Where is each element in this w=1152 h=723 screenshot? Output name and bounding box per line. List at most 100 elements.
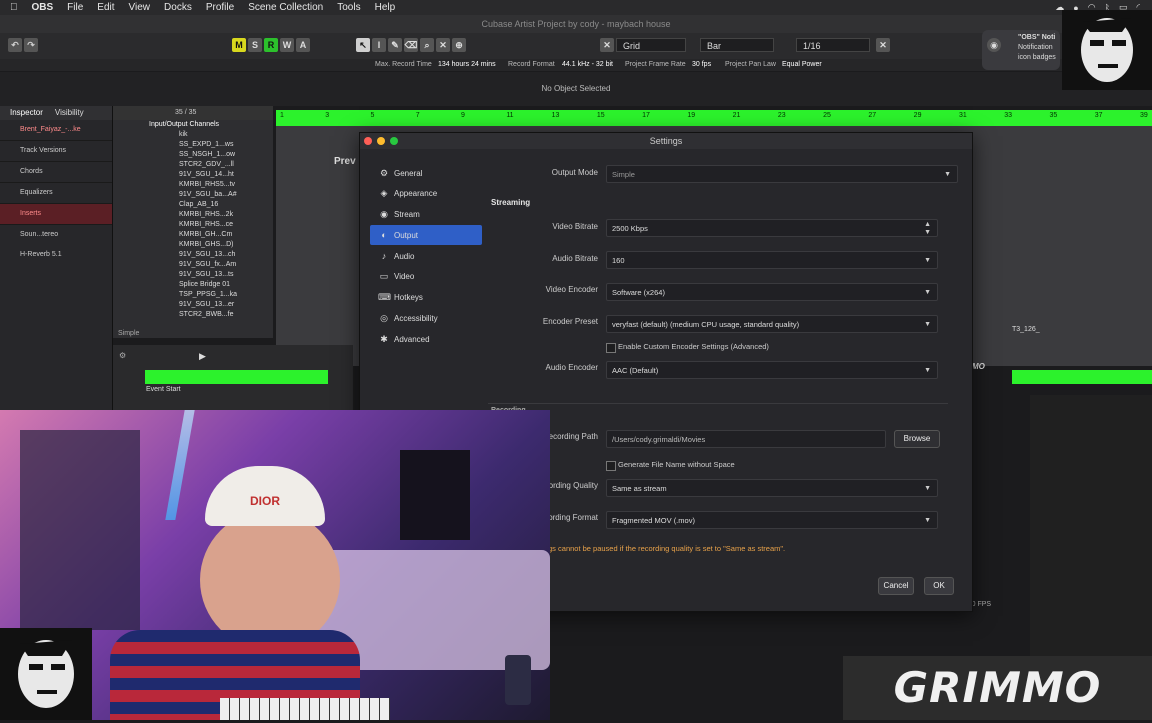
gen-filename-label[interactable]: Generate File Name without Space — [618, 460, 735, 469]
mute-tool-icon[interactable]: ✕ — [436, 38, 450, 52]
track-row[interactable]: SS_NSGH_1...ow — [113, 150, 273, 160]
minimize-window-icon[interactable] — [377, 137, 385, 145]
folder-track[interactable]: Input/Output Channels — [113, 120, 273, 130]
mute-button[interactable]: M — [232, 38, 246, 52]
right-event-bar[interactable] — [1012, 370, 1152, 384]
tab-inspector[interactable]: Inspector — [10, 106, 43, 120]
track-row[interactable]: 91V_SGU_13...ch — [113, 250, 273, 260]
ok-button[interactable]: OK — [924, 577, 954, 595]
write-button[interactable]: W — [280, 38, 294, 52]
menu-view[interactable]: View — [129, 2, 151, 13]
pan-law-label[interactable]: Project Pan Law — [725, 61, 776, 68]
timeline-ruler[interactable]: 1 3 5 7 9 11 13 15 17 19 21 23 25 27 29 31 33 35 37 39 — [276, 110, 1152, 126]
glue-tool-icon[interactable]: ⊕ — [452, 38, 466, 52]
nav-item-appearance[interactable]: ◈ Appearance — [370, 184, 482, 204]
menu-scene-collection[interactable]: Scene Collection — [248, 2, 323, 13]
inspector-inserts[interactable]: Inserts — [0, 204, 112, 225]
tab-visibility[interactable]: Visibility — [55, 106, 84, 120]
track-row[interactable]: 91V_SGU_13...er — [113, 300, 273, 310]
record-format-value[interactable]: 44.1 kHz - 32 bit — [562, 61, 613, 68]
track-row[interactable]: STCR2_BWB...fe — [113, 310, 273, 320]
inspector-equalizers[interactable]: Equalizers — [0, 183, 112, 204]
nav-item-hotkeys[interactable]: ⌨ Hotkeys — [370, 288, 482, 308]
track-row[interactable]: STCR2_GDV_...ll — [113, 160, 273, 170]
track-row[interactable]: KMRBI_GHS...D) — [113, 240, 273, 250]
insert-slot-1[interactable]: Soun...tereo — [0, 225, 112, 245]
pan-law-value[interactable]: Equal Power — [782, 61, 822, 68]
encoder-preset-select[interactable]: veryfast (default) (medium CPU usage, st… — [606, 315, 938, 333]
nav-item-audio[interactable]: ♪ Audio — [370, 246, 482, 266]
read-button[interactable]: R — [264, 38, 278, 52]
nav-item-stream[interactable]: ◉ Stream — [370, 205, 482, 225]
cancel-button[interactable]: Cancel — [878, 577, 914, 595]
nav-item-output[interactable]: ◐ Output — [370, 225, 482, 246]
audio-encoder-select[interactable]: AAC (Default) ▼ — [606, 361, 938, 379]
notification-banner[interactable]: ◉ "OBS" Noti Notification icon badges — [982, 30, 1060, 70]
track-row[interactable]: KMRBI_RHS...2k — [113, 210, 273, 220]
menu-tools[interactable]: Tools — [337, 2, 360, 13]
nav-item-accessibility[interactable]: ◎ Accessibility — [370, 309, 482, 329]
play-icon[interactable]: ▶ — [199, 351, 206, 362]
inspector-track-name[interactable]: Brent_Faiyaz_-...ke — [0, 120, 112, 141]
custom-encoder-label[interactable]: Enable Custom Encoder Settings (Advanced… — [618, 342, 769, 351]
draw-tool-icon[interactable]: ✎ — [388, 38, 402, 52]
track-row[interactable]: Clap_AB_16 — [113, 200, 273, 210]
apple-icon[interactable]:  — [10, 2, 18, 13]
video-bitrate-spinbox[interactable]: 2500 Kbps ▲ ▼ — [606, 219, 938, 237]
pointer-tool-icon[interactable]: ↖ — [356, 38, 370, 52]
track-row[interactable]: KMRBI_RHS5...tv — [113, 180, 273, 190]
range-tool-icon[interactable]: I — [372, 38, 386, 52]
quantize-toggle-icon[interactable]: ✕ — [876, 38, 890, 52]
zoom-tool-icon[interactable]: ⌕ — [420, 38, 434, 52]
frame-rate-label[interactable]: Project Frame Rate — [625, 61, 686, 68]
recording-path-input[interactable]: /Users/cody.grimaldi/Movies — [606, 430, 886, 448]
menu-file[interactable]: File — [67, 2, 83, 13]
track-row[interactable]: TSP_PPSG_1...ka — [113, 290, 273, 300]
undo-icon[interactable]: ↶ — [8, 38, 22, 52]
menu-profile[interactable]: Profile — [206, 2, 234, 13]
spin-arrows-icon[interactable]: ▲ ▼ — [924, 221, 931, 237]
nav-item-advanced[interactable]: ✱ Advanced — [370, 329, 482, 349]
track-row[interactable]: Splice Bridge 01 — [113, 280, 273, 290]
output-mode-select[interactable]: Simple ▼ — [606, 165, 958, 183]
nav-item-general[interactable]: ⚙ General — [370, 163, 482, 183]
insert-slot-2[interactable]: H-Reverb 5.1 — [0, 245, 112, 265]
video-encoder-select[interactable]: Software (x264) ▼ — [606, 283, 938, 301]
quantize-dropdown[interactable]: 1/16 — [796, 38, 870, 52]
audio-bitrate-select[interactable]: 160 ▼ — [606, 251, 938, 269]
automation-button[interactable]: A — [296, 38, 310, 52]
track-row[interactable]: kik — [113, 130, 273, 140]
event-bar[interactable] — [145, 370, 328, 384]
record-format-label[interactable]: Record Format — [508, 61, 555, 68]
inspector-chords[interactable]: Chords — [0, 162, 112, 183]
browse-button[interactable]: Browse — [894, 430, 940, 448]
track-row[interactable]: 91V_SGU_ba...A# — [113, 190, 273, 200]
track-row[interactable]: KMRBI_RHS...ce — [113, 220, 273, 230]
recording-format-select[interactable]: Fragmented MOV (.mov) ▼ — [606, 511, 938, 529]
track-row[interactable]: KMRBI_GH...Cm — [113, 230, 273, 240]
menu-app-name[interactable]: OBS — [32, 2, 54, 13]
snap-type-dropdown[interactable]: Grid — [616, 38, 686, 52]
custom-encoder-checkbox[interactable] — [606, 343, 616, 353]
nav-item-video[interactable]: ▭ Video — [370, 267, 482, 287]
track-row[interactable]: SS_EXPD_1...ws — [113, 140, 273, 150]
frame-rate-value[interactable]: 30 fps — [692, 61, 711, 68]
menu-help[interactable]: Help — [375, 2, 396, 13]
grid-type-dropdown[interactable]: Bar — [700, 38, 774, 52]
menu-edit[interactable]: Edit — [97, 2, 114, 13]
chevron-down-icon: ▼ — [924, 321, 931, 328]
inspector-track-versions[interactable]: Track Versions — [0, 141, 112, 162]
snap-icon[interactable]: ✕ — [600, 38, 614, 52]
erase-tool-icon[interactable]: ⌫ — [404, 38, 418, 52]
redo-icon[interactable]: ↷ — [24, 38, 38, 52]
close-window-icon[interactable] — [364, 137, 372, 145]
gen-filename-checkbox[interactable] — [606, 461, 616, 471]
maximize-window-icon[interactable] — [390, 137, 398, 145]
settings-small-icon[interactable]: ⚙ — [119, 351, 126, 360]
solo-button[interactable]: S — [248, 38, 262, 52]
track-row[interactable]: 91V_SGU_fx...Am — [113, 260, 273, 270]
track-row[interactable]: 91V_SGU_14...ht — [113, 170, 273, 180]
track-row[interactable]: 91V_SGU_13...ts — [113, 270, 273, 280]
recording-quality-select[interactable]: Same as stream ▼ — [606, 479, 938, 497]
menu-docks[interactable]: Docks — [164, 2, 192, 13]
